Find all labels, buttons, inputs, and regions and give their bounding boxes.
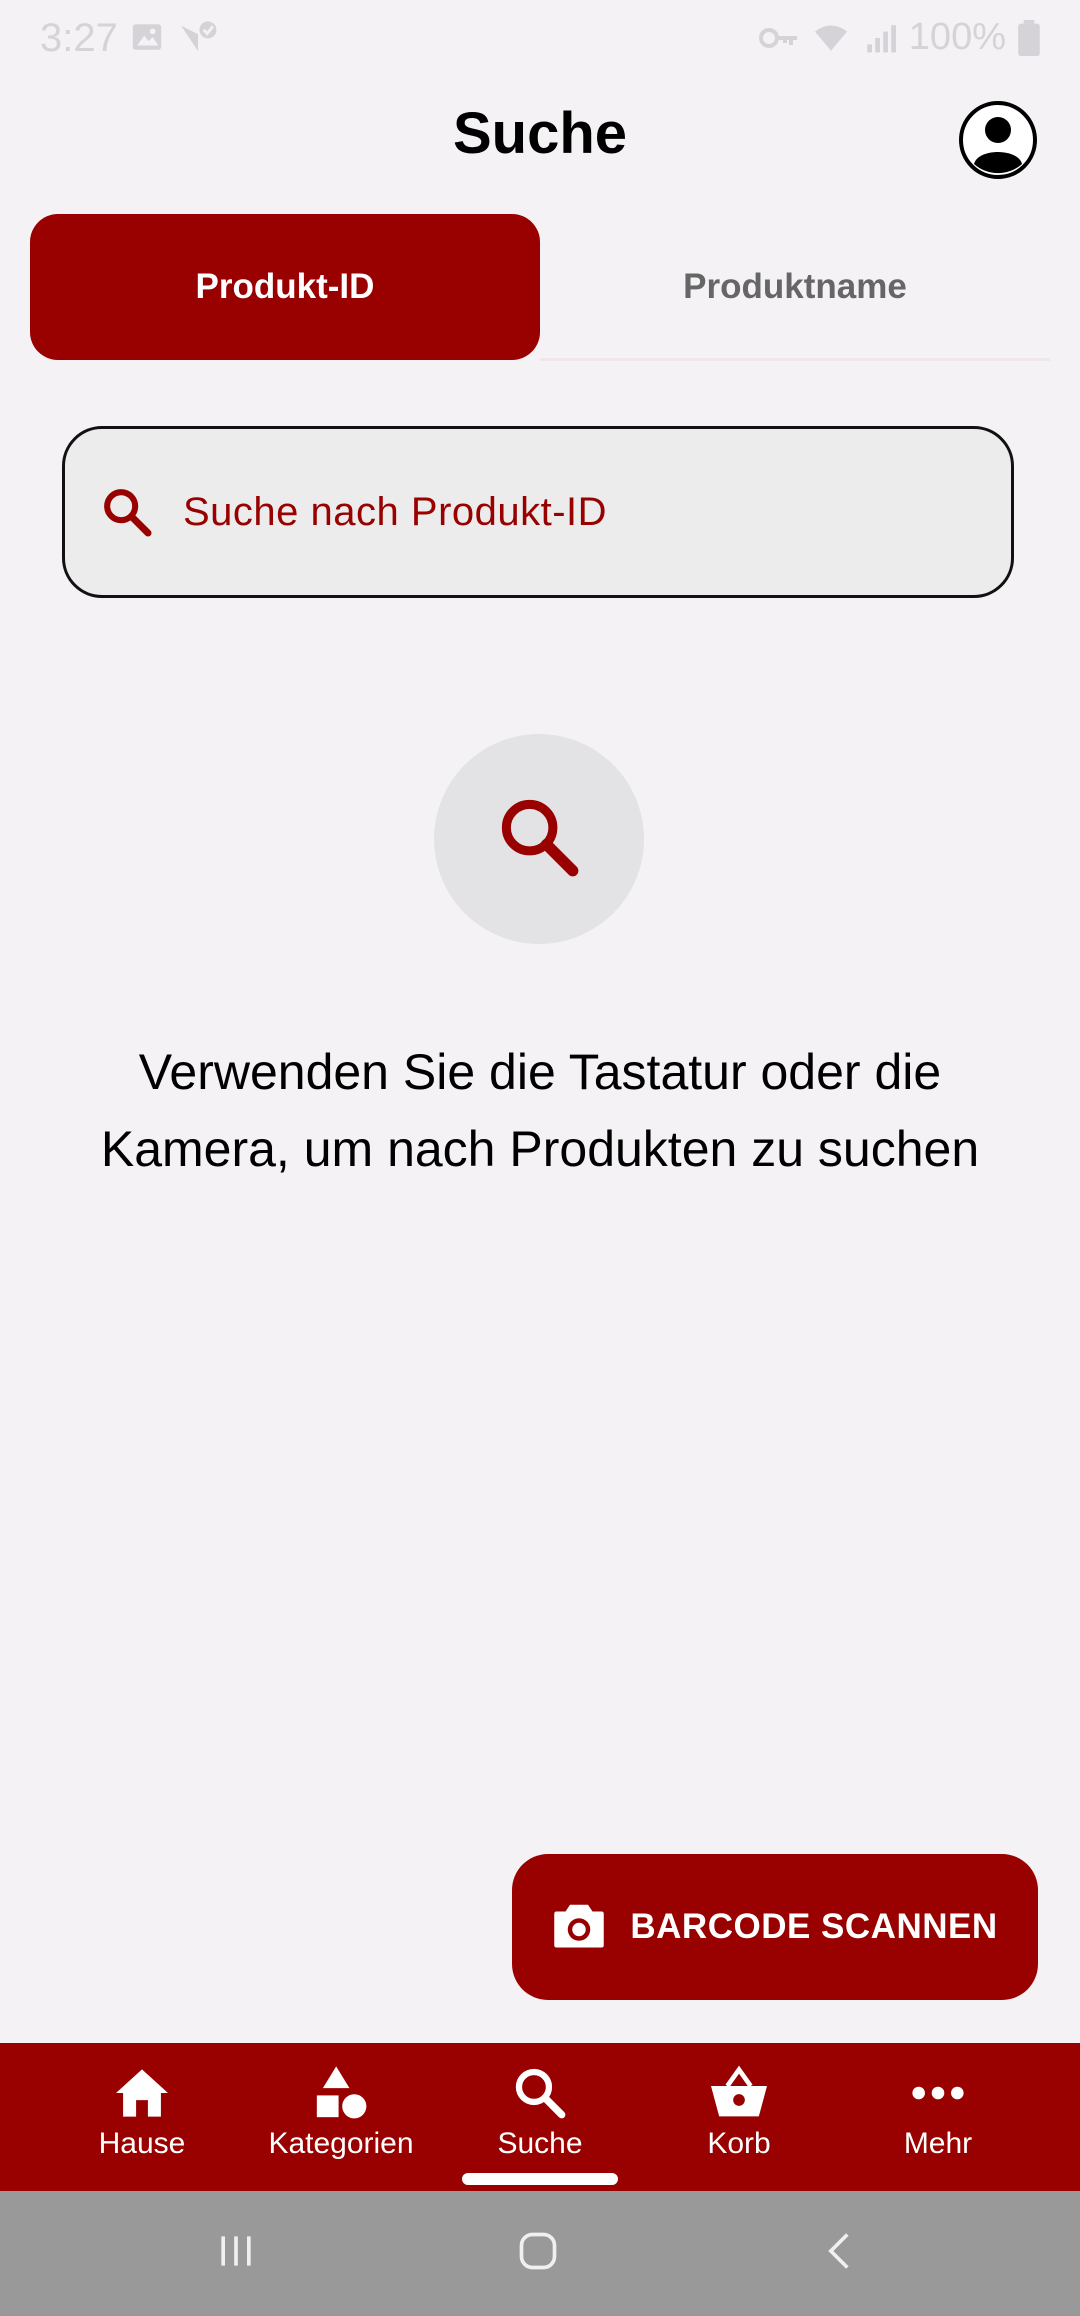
scan-barcode-label: BARCODE SCANNEN (630, 1907, 998, 1946)
nav-item-hause[interactable]: Hause (42, 2043, 242, 2191)
tab-label: Produkt-ID (195, 267, 375, 306)
nav-label: Mehr (903, 2127, 973, 2160)
search-placeholder: Suche nach Produkt-ID (183, 489, 608, 534)
search-icon (494, 792, 584, 887)
wifi-icon (811, 22, 851, 54)
home-circle-icon (516, 2229, 560, 2278)
back-icon (818, 2229, 862, 2278)
search-mode-tabs: Produkt-ID Produktname (30, 214, 1050, 360)
status-time: 3:27 (40, 16, 118, 60)
home-system-button[interactable] (478, 2191, 598, 2316)
scan-barcode-button[interactable]: BARCODE SCANNEN (512, 1854, 1038, 2000)
tab-label: Produktname (683, 267, 907, 306)
empty-state-icon-circle (434, 734, 644, 944)
nav-label: Hause (98, 2127, 186, 2160)
image-icon (130, 20, 164, 54)
search-icon (511, 2063, 569, 2123)
status-bar: 3:27 100% (0, 0, 1080, 80)
home-icon (113, 2063, 171, 2123)
battery-icon (1018, 19, 1040, 56)
tab-produkt-id[interactable]: Produkt-ID (30, 214, 540, 360)
search-icon (99, 484, 155, 540)
profile-button[interactable] (958, 100, 1038, 185)
system-navigation-bar (0, 2191, 1080, 2316)
signal-icon (863, 22, 897, 54)
nav-item-mehr[interactable]: Mehr (838, 2043, 1038, 2191)
tab-divider (540, 358, 1050, 361)
recents-button[interactable] (176, 2191, 296, 2316)
more-icon (909, 2063, 967, 2123)
nav-label: Korb (707, 2127, 771, 2160)
nav-item-korb[interactable]: Korb (639, 2043, 839, 2191)
basket-icon (708, 2063, 770, 2123)
location-check-icon (178, 20, 218, 54)
nav-item-suche[interactable]: Suche (440, 2043, 640, 2191)
account-circle-icon (958, 100, 1038, 185)
nav-label: Suche (497, 2127, 583, 2160)
tab-produktname[interactable]: Produktname (540, 214, 1050, 360)
vpn-key-icon (758, 25, 799, 51)
nav-label: Kategorien (268, 2127, 414, 2160)
bottom-navigation: Hause Kategorien Suche Korb Mehr (0, 2043, 1080, 2191)
search-input[interactable]: Suche nach Produkt-ID (62, 426, 1014, 598)
camera-icon (552, 1900, 606, 1955)
recents-icon (214, 2229, 258, 2278)
empty-state-message: Verwenden Sie die Tastatur oder die Kame… (100, 1044, 980, 1177)
nav-item-kategorien[interactable]: Kategorien (241, 2043, 441, 2191)
back-button[interactable] (780, 2191, 900, 2316)
battery-text: 100% (908, 16, 1006, 58)
categories-icon (312, 2063, 370, 2123)
active-nav-indicator (462, 2173, 618, 2185)
page-title: Suche (452, 101, 628, 166)
